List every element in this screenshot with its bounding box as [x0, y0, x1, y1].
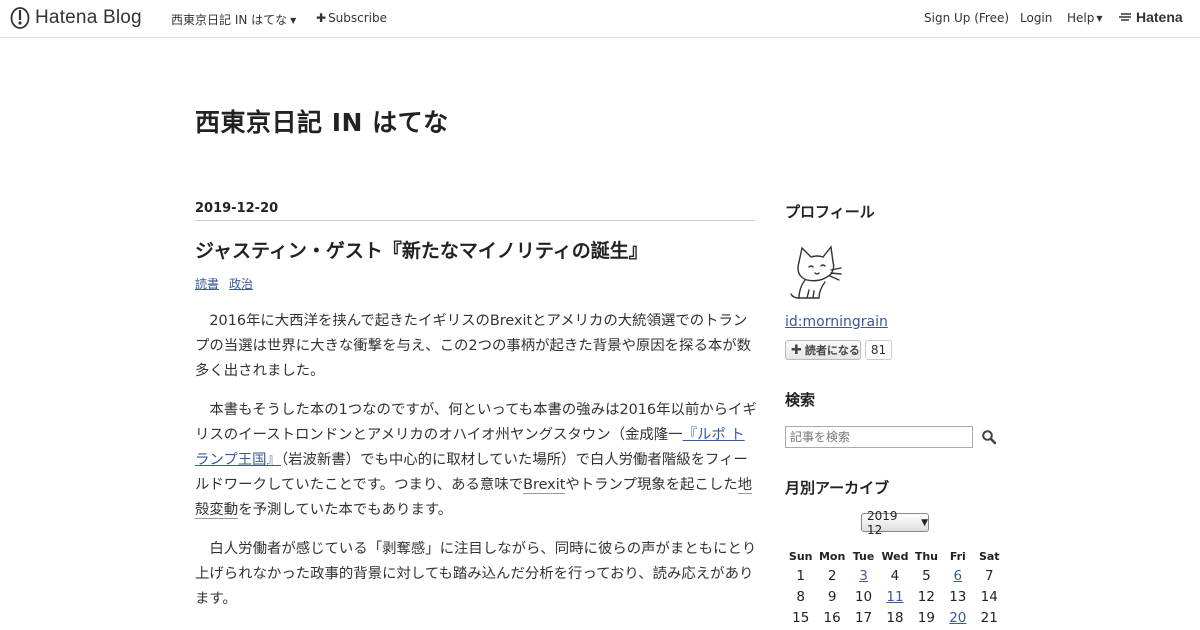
- blog-name-menu[interactable]: 西東京日記 IN はてな ▼: [171, 11, 296, 28]
- subscribe-button-label: 読者になる: [804, 344, 860, 357]
- calendar-day: 9: [827, 588, 837, 605]
- weekday-label: Sat: [978, 549, 1000, 563]
- hatena-logo[interactable]: Hatena: [1119, 9, 1183, 25]
- entry-categories: 読書 政治: [195, 275, 263, 292]
- paragraph: 2016年に大西洋を挟んで起きたイギリスのBrexitとアメリカの大統領選でのト…: [195, 313, 752, 379]
- paragraph: 白人労働者が感じている「剥奪感」に注目しながら、同時に彼らの声がまともにとり上げ…: [195, 541, 757, 607]
- text: 本書もそうした本の1つなのですが、何といっても本書の強みは2016年以前からイギ…: [195, 402, 757, 443]
- calendar-day: 5: [922, 567, 931, 584]
- global-header: Hatena Blog 西東京日記 IN はてな ▼ ✚ Subscribe Sig…: [0, 0, 1200, 38]
- archive-month-select[interactable]: 2019 12 ▼: [861, 509, 929, 537]
- calendar-week-row: 15 16 17 18 19 20 21: [785, 607, 1005, 628]
- entry-date[interactable]: 2019-12-20: [195, 201, 278, 216]
- weekday-label: Wed: [881, 549, 909, 563]
- calendar-day-link[interactable]: 3: [859, 568, 868, 584]
- calendar-week-row: 1 2 3 4 5 6 7: [785, 565, 1005, 586]
- help-label: Help: [1067, 11, 1095, 25]
- logo-text: Hatena Blog: [35, 7, 142, 28]
- entry-title[interactable]: ジャスティン・ゲスト『新たなマイノリティの誕生』: [195, 236, 648, 263]
- calendar-day: 3: [848, 565, 879, 586]
- pen-nib-icon: [10, 7, 30, 29]
- weekday-label: Fri: [949, 549, 966, 563]
- login-link[interactable]: Login: [1020, 11, 1052, 25]
- caret-down-icon: ▼: [921, 517, 928, 528]
- help-menu[interactable]: Help ▼: [1067, 11, 1103, 25]
- calendar-day: 20: [942, 607, 973, 628]
- archive-calendar: Sun Mon Tue Wed Thu Fri Sat 1 2 3 4 5 6 7 8 9 10 1…: [785, 547, 1005, 628]
- search-button[interactable]: [981, 429, 997, 445]
- calendar-day: 18: [886, 609, 904, 626]
- signup-link[interactable]: Sign Up (Free): [924, 11, 1009, 25]
- calendar-day: 6: [942, 565, 973, 586]
- calendar-day: 8: [796, 588, 805, 605]
- caret-down-icon: ▼: [290, 16, 297, 25]
- cat-avatar-icon: [790, 245, 842, 299]
- text: を予測していた本でもあります。: [238, 502, 453, 518]
- calendar-day: 1: [796, 567, 805, 584]
- calendar-day: 14: [980, 588, 998, 605]
- calendar-day-link[interactable]: 20: [949, 610, 966, 626]
- weekday-label: Sun: [788, 549, 813, 563]
- calendar-day: 19: [917, 609, 935, 626]
- calendar-day: 7: [984, 567, 994, 584]
- profile-id-link[interactable]: id:morningrain: [785, 314, 888, 330]
- search-heading: 検索: [785, 391, 816, 409]
- entry-body: 2016年に大西洋を挟んで起きたイギリスのBrexitとアメリカの大統領選でのト…: [195, 309, 757, 626]
- calendar-day: 11: [879, 586, 910, 607]
- calendar-day: 10: [854, 588, 873, 605]
- blog-title[interactable]: 西東京日記 IN はてな: [195, 103, 449, 139]
- calendar-weekday-row: Sun Mon Tue Wed Thu Fri Sat: [785, 547, 1005, 565]
- search-input[interactable]: [785, 426, 973, 448]
- calendar-week-row: 8 9 10 11 12 13 14: [785, 586, 1005, 607]
- hatena-blog-logo[interactable]: Hatena Blog: [10, 7, 142, 29]
- calendar-day-link[interactable]: 11: [886, 589, 903, 605]
- weekday-label: Thu: [914, 549, 938, 563]
- plus-icon: ✚: [791, 342, 802, 358]
- subscribe-button[interactable]: ✚ 読者になる: [785, 340, 861, 360]
- calendar-day: 13: [949, 588, 967, 605]
- date-divider: [195, 220, 755, 221]
- weekday-label: Mon: [818, 549, 846, 563]
- profile-heading: プロフィール: [785, 203, 875, 221]
- archive-selected-label: 2019 12: [867, 508, 898, 537]
- subscriber-count[interactable]: 81: [865, 340, 892, 360]
- avatar[interactable]: [785, 240, 845, 302]
- calendar-body: 1 2 3 4 5 6 7 8 9 10 11 12 13 14 15 16 17 18 19 20 21: [785, 565, 1005, 628]
- caret-down-icon: ▼: [1096, 14, 1103, 23]
- archive-heading: 月別アーカイブ: [785, 479, 890, 497]
- text: やトランプ現象を起こした: [565, 477, 738, 493]
- weekday-label: Tue: [852, 549, 875, 563]
- calendar-day: 21: [980, 609, 998, 626]
- plus-icon: ✚: [316, 11, 327, 25]
- calendar-day: 4: [890, 567, 900, 584]
- subscribe-label: Subscribe: [328, 11, 388, 25]
- blog-name-label: 西東京日記 IN はてな: [171, 13, 288, 27]
- search-icon: [982, 430, 997, 445]
- category-link[interactable]: 政治: [229, 277, 253, 291]
- category-link[interactable]: 読書: [195, 277, 219, 291]
- hatena-mark-icon: [1119, 13, 1131, 21]
- calendar-day: 12: [917, 588, 935, 605]
- calendar-day: 17: [854, 609, 873, 626]
- calendar-day-link[interactable]: 6: [954, 568, 963, 584]
- subscribe-link[interactable]: ✚ Subscribe: [316, 11, 387, 25]
- paragraph: 本書もそうした本の1つなのですが、何といっても本書の強みは2016年以前からイギ…: [195, 398, 757, 523]
- calendar-day: 16: [823, 609, 841, 626]
- keyword-link[interactable]: Brexit: [523, 477, 566, 494]
- calendar-day: 15: [792, 609, 810, 626]
- hatena-text: Hatena: [1136, 9, 1183, 25]
- calendar-day: 2: [827, 567, 837, 584]
